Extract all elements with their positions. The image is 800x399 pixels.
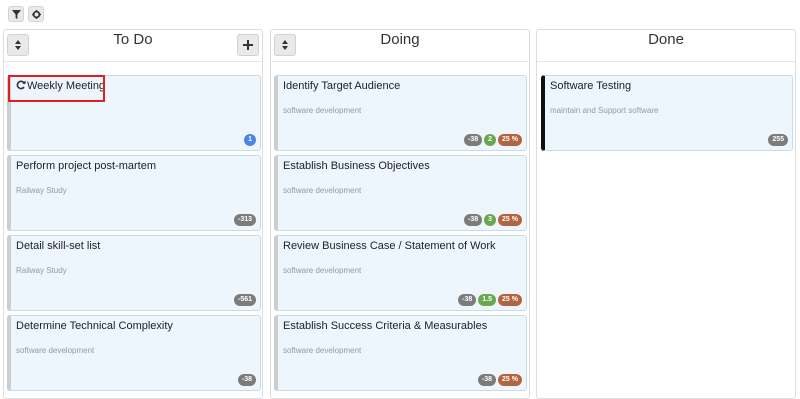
task-card[interactable]: Detail skill-set list Railway Study -561 [7, 235, 261, 311]
column-title: Doing [380, 31, 420, 48]
badge: -38 [237, 374, 256, 386]
top-toolbar [8, 6, 44, 22]
card-subtitle: Railway Study [16, 186, 67, 195]
card-subtitle: software development [283, 186, 362, 195]
badge: 25 % [498, 134, 522, 146]
settings-button[interactable] [28, 6, 44, 22]
card-subtitle: maintain and Support software [550, 106, 659, 115]
card-title: Determine Technical Complexity [16, 320, 173, 332]
plus-icon [243, 40, 253, 50]
badge: -38 [477, 374, 497, 386]
task-card[interactable]: Software Testing maintain and Support so… [541, 75, 793, 151]
card-badges: 255 [768, 134, 788, 146]
column-header: To Do [4, 30, 262, 62]
card-title: Establish Business Objectives [283, 160, 430, 172]
badge: 25 % [498, 214, 522, 226]
card-badges: -38 1.5 25 % [458, 294, 522, 306]
card-title: Detail skill-set list [16, 240, 101, 252]
badge: 25 % [498, 374, 522, 386]
card-title: Weekly Meeting [27, 80, 106, 92]
filter-icon [11, 9, 21, 19]
task-card[interactable]: Establish Business Objectives software d… [274, 155, 527, 231]
badge: 2 [484, 134, 497, 146]
column-title: Done [648, 31, 684, 48]
card-badges: -38 2 25 % [464, 134, 522, 146]
task-card[interactable]: Perform project post-martem Railway Stud… [7, 155, 261, 231]
badge: 1 [244, 134, 256, 146]
card-subtitle: software development [283, 106, 362, 115]
column-todo: To Do Weekly Meeting 1 Perform project p… [3, 29, 263, 399]
badge: -561 [233, 294, 256, 306]
card-subtitle: software development [283, 266, 362, 275]
card-badges: -561 [233, 294, 256, 306]
task-card[interactable]: Determine Technical Complexity software … [7, 315, 261, 391]
column-doing: Doing Identify Target Audience software … [270, 29, 530, 399]
badge: 3 [484, 214, 497, 226]
badge: -38 [458, 294, 477, 306]
badge: -313 [233, 214, 256, 226]
gear-icon [31, 9, 41, 19]
filter-button[interactable] [8, 6, 24, 22]
card-badges: 1 [244, 134, 256, 146]
badge: -38 [464, 134, 483, 146]
card-subtitle: Railway Study [16, 266, 67, 275]
card-title: Software Testing [550, 80, 632, 92]
column-title: To Do [113, 31, 153, 48]
card-title: Review Business Case / Statement of Work [283, 240, 496, 252]
card-title: Identify Target Audience [283, 80, 401, 92]
task-card[interactable]: Establish Success Criteria & Measurables… [274, 315, 527, 391]
column-done: Done Software Testing maintain and Suppo… [536, 29, 796, 399]
column-header: Done [537, 30, 795, 62]
card-subtitle: software development [283, 346, 362, 355]
card-subtitle: software development [16, 346, 95, 355]
card-badges: -38 25 % [477, 374, 522, 386]
card-badges: -38 3 25 % [464, 214, 522, 226]
card-badges: -313 [233, 214, 256, 226]
task-card[interactable]: Weekly Meeting 1 [7, 75, 261, 151]
column-header: Doing [271, 30, 529, 62]
badge: -38 [464, 214, 483, 226]
badge: 25 % [498, 294, 522, 306]
card-title-wrap: Weekly Meeting [16, 80, 105, 92]
card-title: Perform project post-martem [16, 160, 156, 172]
badge: 255 [768, 134, 788, 146]
card-badges: -38 [237, 374, 256, 386]
add-card-button[interactable] [237, 34, 259, 56]
card-title: Establish Success Criteria & Measurables [283, 320, 488, 332]
task-card[interactable]: Identify Target Audience software develo… [274, 75, 527, 151]
refresh-icon [16, 80, 26, 90]
badge: 1.5 [478, 294, 497, 306]
task-card[interactable]: Review Business Case / Statement of Work… [274, 235, 527, 311]
